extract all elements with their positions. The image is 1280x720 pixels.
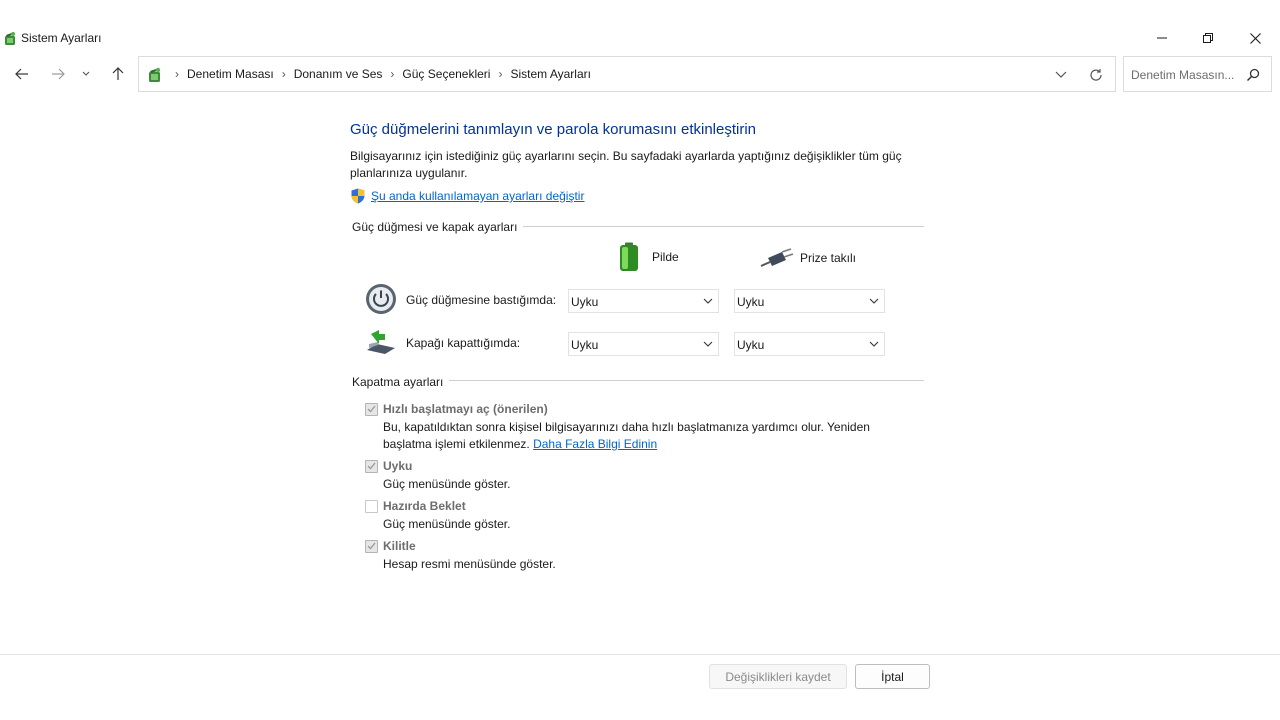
sleep-label: Uyku — [383, 459, 413, 473]
page-title: Güç düğmelerini tanımlayın ve parola kor… — [350, 121, 757, 138]
breadcrumb-item[interactable]: Denetim Masası — [187, 67, 274, 81]
learn-more-link[interactable]: Daha Fazla Bilgi Edinin — [533, 437, 657, 451]
fast-startup-description: Bu, kapatıldıktan sonra kişisel bilgisay… — [383, 419, 913, 453]
fast-startup-option: Hızlı başlatmayı aç (önerilen) — [365, 402, 548, 416]
lock-label: Kilitle — [383, 539, 416, 553]
search-input[interactable]: Denetim Masasın... — [1123, 56, 1272, 92]
close-button[interactable] — [1232, 24, 1278, 52]
breadcrumb-separator-icon[interactable]: › — [390, 67, 394, 81]
up-button[interactable] — [106, 62, 130, 86]
window-title: Sistem Ayarları — [21, 31, 102, 45]
restore-button[interactable] — [1185, 24, 1231, 52]
close-icon — [1249, 32, 1261, 44]
sleep-checkbox[interactable] — [365, 459, 378, 473]
arrow-right-icon — [52, 68, 65, 80]
chevron-down-icon — [869, 341, 879, 347]
laptop-lid-icon — [367, 330, 395, 354]
address-history-button[interactable] — [1051, 65, 1071, 85]
column-header-plugged-label: Prize takılı — [800, 251, 857, 265]
footer-divider — [0, 654, 1280, 655]
lid-close-battery-select[interactable]: Uyku — [568, 332, 719, 356]
title-bar: Sistem Ayarları — [0, 0, 1280, 54]
lid-close-plugged-select[interactable]: Uyku — [734, 332, 885, 356]
lock-checkbox[interactable] — [365, 539, 378, 553]
checkmark-icon — [367, 462, 376, 470]
power-button-label: Güç düğmesine bastığımda: — [406, 293, 557, 307]
breadcrumb-item[interactable]: Donanım ve Ses — [294, 67, 383, 81]
column-header-plugged: Prize takılı — [760, 248, 856, 268]
hibernate-description: Güç menüsünde göster. — [383, 517, 511, 531]
recent-locations-button[interactable] — [76, 62, 96, 86]
arrow-left-icon — [15, 68, 28, 80]
main-content: Güç düğmelerini tanımlayın ve parola kor… — [0, 92, 1280, 652]
forward-button[interactable] — [46, 62, 70, 86]
shutdown-group-header: Kapatma ayarları — [352, 375, 450, 389]
address-bar[interactable]: › Denetim Masası › Donanım ve Ses › Güç … — [138, 56, 1116, 92]
power-button-plugged-select[interactable]: Uyku — [734, 289, 885, 313]
save-changes-button[interactable]: Değişiklikleri kaydet — [709, 664, 847, 689]
minimize-icon — [1157, 37, 1167, 39]
battery-icon — [620, 242, 638, 271]
page-description: Bilgisayarınız için istediğiniz güç ayar… — [350, 149, 902, 180]
select-value: Uyku — [737, 295, 765, 309]
column-header-battery: Pilde — [618, 242, 679, 272]
chevron-down-icon — [703, 298, 713, 304]
checkmark-icon — [367, 405, 376, 413]
select-value: Uyku — [571, 338, 599, 352]
chevron-down-icon — [82, 71, 90, 76]
hibernate-checkbox[interactable] — [365, 499, 378, 513]
select-value: Uyku — [737, 338, 765, 352]
fast-startup-checkbox[interactable] — [365, 402, 378, 416]
chevron-down-icon — [703, 341, 713, 347]
hibernate-option: Hazırda Beklet — [365, 499, 466, 513]
lock-description: Hesap resmi menüsünde göster. — [383, 557, 556, 571]
hibernate-label: Hazırda Beklet — [383, 499, 466, 513]
power-button-icon — [366, 284, 396, 314]
fast-startup-label: Hızlı başlatmayı aç (önerilen) — [383, 402, 548, 416]
breadcrumb-separator-icon[interactable]: › — [498, 67, 502, 81]
power-plug-icon — [760, 248, 794, 267]
cancel-button[interactable]: İptal — [855, 664, 930, 689]
breadcrumb-separator-icon[interactable]: › — [282, 67, 286, 81]
sleep-description: Güç menüsünde göster. — [383, 477, 511, 491]
sleep-option: Uyku — [365, 459, 412, 473]
breadcrumb-item[interactable]: Güç Seçenekleri — [402, 67, 490, 81]
lid-close-label: Kapağı kapattığımda: — [406, 336, 521, 350]
search-icon[interactable] — [1246, 68, 1260, 82]
column-header-battery-label: Pilde — [652, 250, 679, 264]
select-value: Uyku — [571, 295, 599, 309]
chevron-down-icon — [1055, 71, 1067, 78]
minimize-button[interactable] — [1139, 24, 1185, 52]
breadcrumb: › Denetim Masası › Donanım ve Ses › Güç … — [169, 67, 591, 81]
restore-icon — [1203, 33, 1213, 43]
arrow-up-icon — [112, 67, 124, 80]
checkmark-icon — [367, 542, 376, 550]
refresh-button[interactable] — [1086, 65, 1106, 85]
control-panel-icon — [149, 67, 161, 82]
control-panel-power-icon — [5, 32, 15, 45]
back-button[interactable] — [10, 62, 34, 86]
lock-option: Kilitle — [365, 539, 416, 553]
breadcrumb-separator-icon[interactable]: › — [175, 67, 179, 81]
search-placeholder: Denetim Masasın... — [1131, 68, 1235, 82]
power-lid-group-header: Güç düğmesi ve kapak ayarları — [352, 220, 524, 234]
power-button-battery-select[interactable]: Uyku — [568, 289, 719, 313]
refresh-icon — [1090, 69, 1102, 81]
uac-shield-icon — [351, 188, 365, 204]
chevron-down-icon — [869, 298, 879, 304]
change-settings-link-row: Şu anda kullanılamayan ayarları değiştir — [350, 188, 584, 204]
change-unavailable-settings-link[interactable]: Şu anda kullanılamayan ayarları değiştir — [371, 189, 584, 203]
breadcrumb-item-current[interactable]: Sistem Ayarları — [510, 67, 590, 81]
